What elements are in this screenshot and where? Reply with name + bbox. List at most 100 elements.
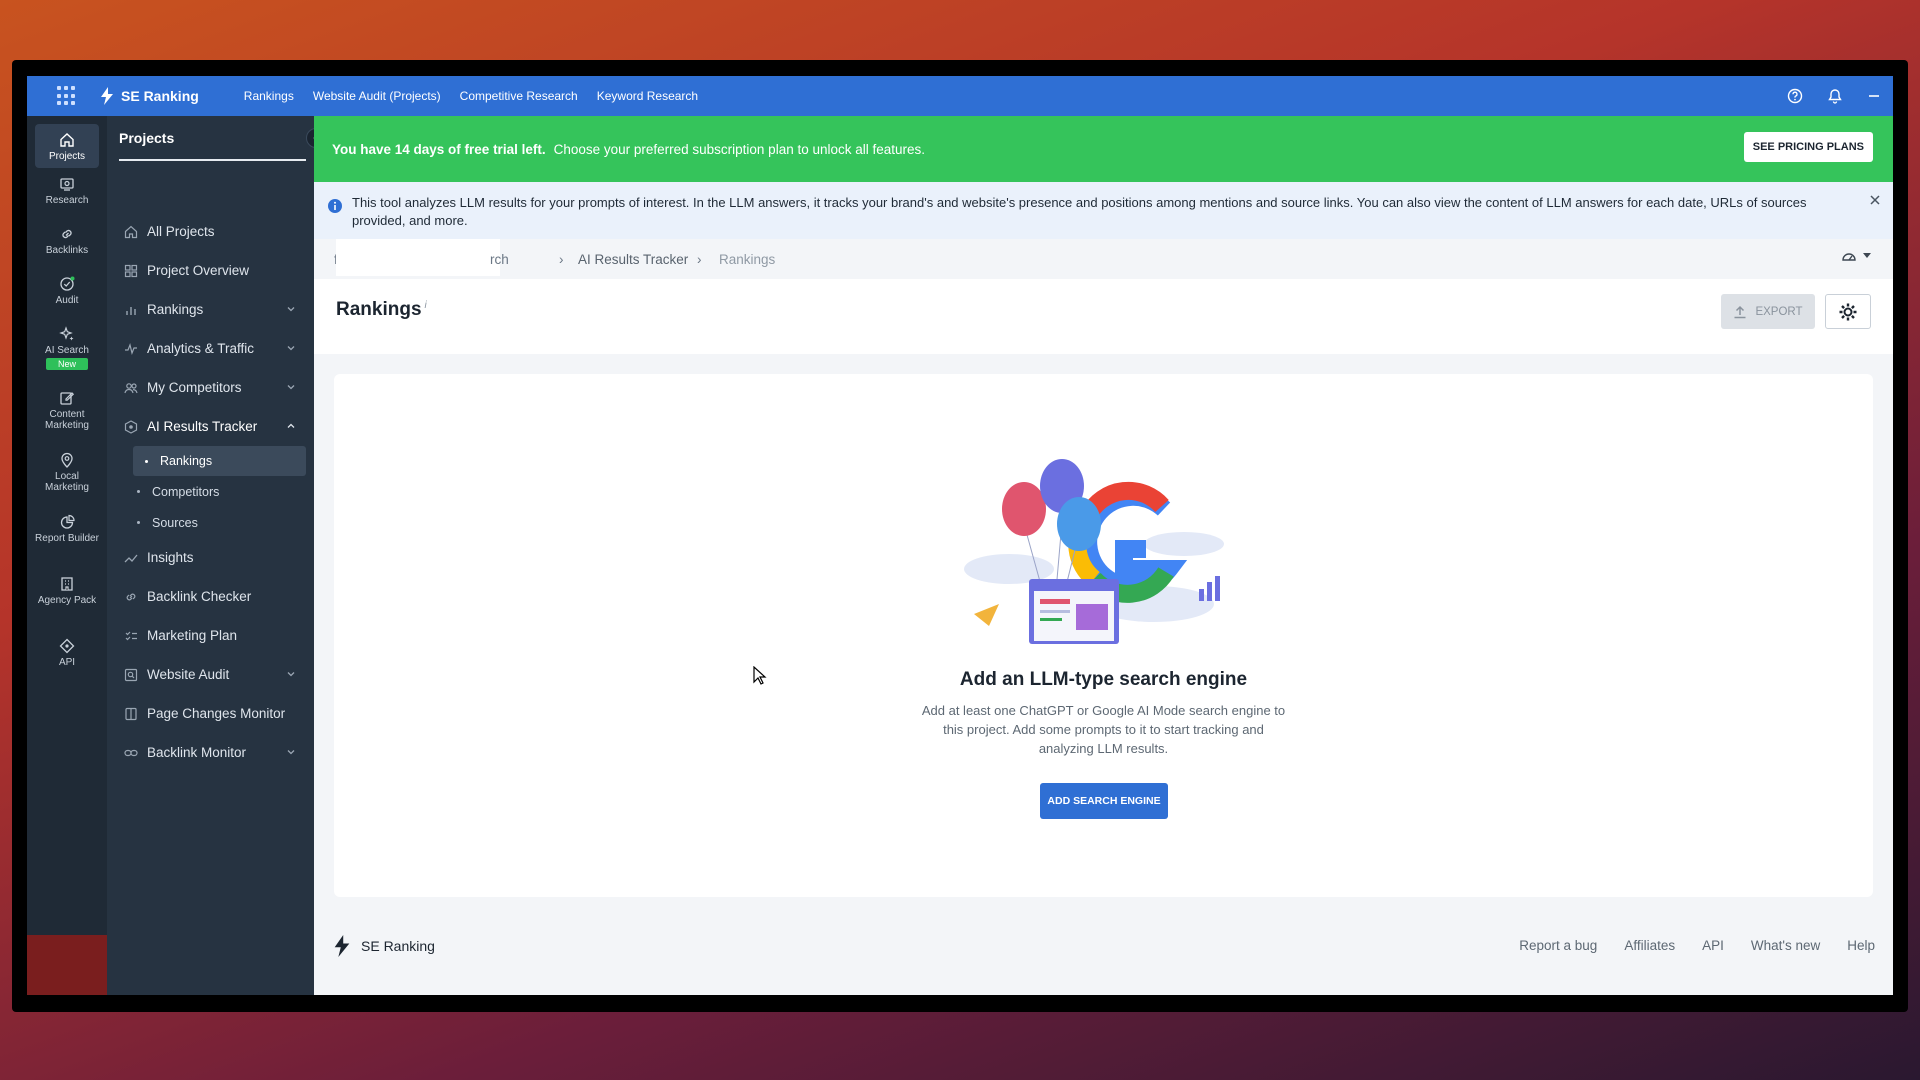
- trial-days-left: You have 14 days of free trial left.: [332, 141, 546, 157]
- speed-dropdown[interactable]: [1841, 249, 1871, 263]
- rail-item-backlinks[interactable]: Backlinks: [35, 218, 99, 268]
- rail-label: API: [58, 657, 76, 668]
- sidebar-item-page-changes-monitor[interactable]: Page Changes Monitor: [107, 694, 314, 733]
- breadcrumb: f rch › AI Results Tracker › Rankings: [314, 239, 1893, 279]
- dashboard-icon: [124, 264, 138, 277]
- help-icon[interactable]: [1787, 88, 1803, 104]
- top-nav: Rankings Website Audit (Projects) Compet…: [244, 89, 698, 103]
- sidebar-subitem-sources[interactable]: Sources: [107, 507, 314, 538]
- sidebar-item-label: Insights: [147, 550, 194, 565]
- edit-icon: [60, 392, 75, 405]
- chevron-down-icon: [287, 385, 295, 390]
- sidebar-item-my-competitors[interactable]: My Competitors: [107, 368, 314, 407]
- sidebar-item-insights[interactable]: Insights: [107, 538, 314, 577]
- bullet-dot: [137, 490, 140, 493]
- pulse-icon: [125, 342, 137, 355]
- rail-label: Agency Pack: [37, 595, 97, 606]
- rail-item-audit[interactable]: Audit: [35, 268, 99, 318]
- bell-icon[interactable]: [1827, 88, 1843, 104]
- sidebar-item-label: All Projects: [147, 224, 215, 239]
- topnav-competitive-research[interactable]: Competitive Research: [460, 89, 578, 103]
- rail-label: Content Marketing: [45, 409, 89, 431]
- upload-icon: [1734, 305, 1746, 318]
- chain-icon: [124, 749, 138, 756]
- rail-item-agency-pack[interactable]: Agency Pack: [35, 568, 99, 630]
- footer-brand-name: SE Ranking: [361, 938, 435, 954]
- footer: SE Ranking Report a bug Affiliates API W…: [314, 921, 1893, 995]
- footer-link-report-bug[interactable]: Report a bug: [1519, 938, 1597, 953]
- add-search-engine-button[interactable]: ADD SEARCH ENGINE: [1040, 783, 1168, 819]
- building-icon: [61, 577, 73, 591]
- sidebar-item-project-overview[interactable]: Project Overview: [107, 251, 314, 290]
- footer-link-api[interactable]: API: [1702, 938, 1724, 953]
- brand-logo[interactable]: SE Ranking: [99, 87, 199, 105]
- top-bar: SE Ranking Rankings Website Audit (Proje…: [27, 76, 1893, 116]
- sidebar-item-marketing-plan[interactable]: Marketing Plan: [107, 616, 314, 655]
- se-ranking-logo-icon: [334, 935, 350, 957]
- minimize-icon[interactable]: [1867, 89, 1881, 103]
- footer-brand[interactable]: SE Ranking: [332, 935, 435, 957]
- footer-links: Report a bug Affiliates API What's new H…: [1519, 938, 1875, 953]
- rail-item-projects[interactable]: Projects: [35, 124, 99, 168]
- sidebar-subitem-rankings[interactable]: Rankings: [133, 446, 306, 476]
- page-title-text: Rankings: [336, 299, 422, 320]
- sidebar-item-backlink-checker[interactable]: Backlink Checker: [107, 577, 314, 616]
- overlay-block: [27, 935, 115, 995]
- apps-grid-icon[interactable]: [57, 86, 77, 106]
- see-pricing-plans-button[interactable]: SEE PRICING PLANS: [1743, 132, 1873, 162]
- footer-link-whats-new[interactable]: What's new: [1751, 938, 1820, 953]
- sidebar-subitem-label: Sources: [152, 515, 198, 530]
- projects-sidebar: Projects All Projects Project Overview R…: [107, 116, 326, 995]
- rail-item-ai-search[interactable]: AI Search New: [35, 318, 99, 382]
- sidebar-item-analytics-traffic[interactable]: Analytics & Traffic: [107, 329, 314, 368]
- home-icon: [124, 225, 138, 238]
- audit-icon: [124, 668, 138, 681]
- research-icon: [60, 178, 74, 191]
- sidebar-item-label: Project Overview: [147, 263, 250, 278]
- sidebar-item-all-projects[interactable]: All Projects: [107, 212, 314, 251]
- rail-item-research[interactable]: Research: [35, 168, 99, 218]
- sidebar-item-label: Backlink Monitor: [147, 745, 247, 760]
- sidebar-subitem-competitors[interactable]: Competitors: [107, 476, 314, 507]
- settings-button[interactable]: [1825, 294, 1871, 329]
- info-text: This tool analyzes LLM results for your …: [352, 195, 1807, 228]
- empty-state-title: Add an LLM-type search engine: [959, 669, 1248, 690]
- topnav-website-audit[interactable]: Website Audit (Projects): [313, 89, 441, 103]
- page-icon: [125, 707, 137, 720]
- footer-link-help[interactable]: Help: [1847, 938, 1875, 953]
- sidebar-item-label: AI Results Tracker: [147, 419, 258, 434]
- footer-link-affiliates[interactable]: Affiliates: [1624, 938, 1675, 953]
- sidebar-item-rankings[interactable]: Rankings: [107, 290, 314, 329]
- breadcrumb-section[interactable]: rch: [490, 252, 509, 267]
- trial-banner: You have 14 days of free trial left. Cho…: [314, 116, 1893, 182]
- rail-item-local-marketing[interactable]: Local Marketing: [35, 444, 99, 506]
- info-mark[interactable]: i: [425, 300, 427, 311]
- bullet-dot: [137, 521, 140, 524]
- breadcrumb-ai-results-tracker[interactable]: AI Results Tracker: [578, 252, 688, 267]
- topnav-rankings[interactable]: Rankings: [244, 89, 294, 103]
- ai-tracker-icon: [124, 419, 138, 434]
- gauge-icon: [1842, 253, 1856, 261]
- sidebar-item-backlink-monitor[interactable]: Backlink Monitor: [107, 733, 314, 772]
- sidebar-item-ai-results-tracker[interactable]: AI Results Tracker: [107, 407, 314, 446]
- topnav-keyword-research[interactable]: Keyword Research: [597, 89, 698, 103]
- page-header: Rankings i EXPORT: [314, 279, 1893, 354]
- sidebar-item-label: Marketing Plan: [147, 628, 238, 643]
- rail-item-report-builder[interactable]: Report Builder: [35, 506, 99, 568]
- checklist-icon: [125, 631, 137, 640]
- api-icon: [59, 638, 75, 654]
- sidebar-item-website-audit[interactable]: Website Audit: [107, 655, 314, 694]
- export-label: EXPORT: [1755, 305, 1803, 318]
- rail-item-api[interactable]: API: [35, 630, 99, 680]
- sidebar-item-label: My Competitors: [147, 380, 242, 395]
- export-button[interactable]: EXPORT: [1721, 294, 1815, 329]
- main-content: You have 14 days of free trial left. Cho…: [314, 116, 1893, 995]
- sidebar-title: Projects: [119, 130, 175, 146]
- bar-chart-icon: [126, 306, 136, 315]
- close-icon[interactable]: [1869, 194, 1881, 206]
- rail-item-content-marketing[interactable]: Content Marketing: [35, 382, 99, 444]
- app-window: SE Ranking Rankings Website Audit (Proje…: [27, 76, 1893, 995]
- empty-state-card: Add an LLM-type search engine Add at lea…: [334, 374, 1873, 897]
- audit-icon: [60, 276, 75, 291]
- google-balloons-illustration: [964, 459, 1224, 644]
